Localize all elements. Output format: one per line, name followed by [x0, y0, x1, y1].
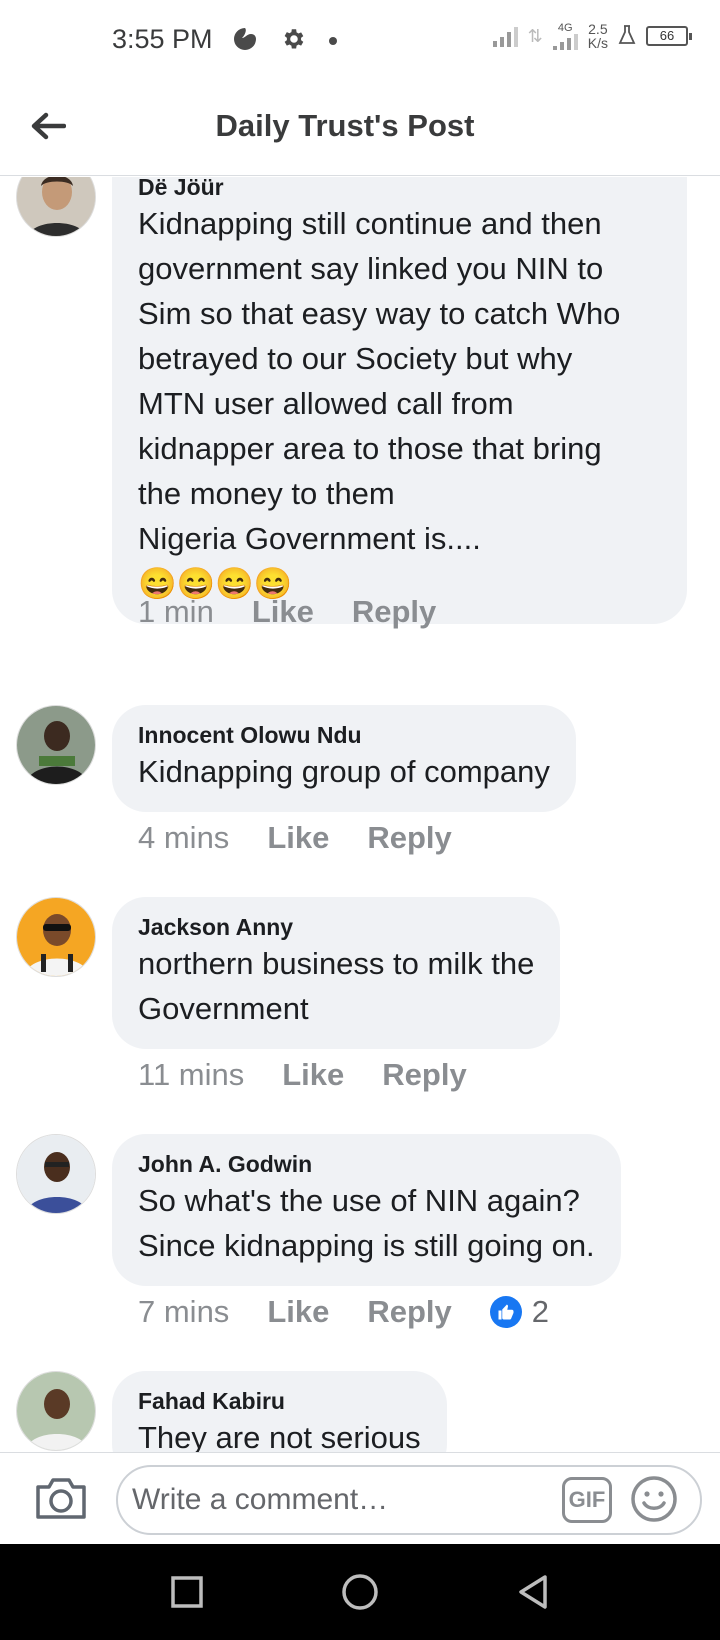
avatar[interactable] — [16, 897, 96, 977]
comment-text-line: Since kidnapping is still going on. — [138, 1228, 595, 1263]
like-button[interactable]: Like — [252, 594, 314, 630]
camera-icon — [36, 1478, 86, 1519]
comment-text-line: Sim so that easy way to catch Who — [138, 296, 621, 331]
status-time: 3:55 PM — [112, 24, 213, 54]
comment-text-line: They are not serious — [138, 1420, 421, 1452]
comment-text-line: MTN user allowed call from — [138, 386, 514, 421]
status-left-icons — [232, 26, 338, 57]
comment-time[interactable]: 4 mins — [138, 820, 229, 856]
net-speed-value: 2.5 — [588, 21, 608, 37]
comment-text-line: Government — [138, 991, 309, 1026]
signal-bars-4g-icon — [552, 33, 578, 50]
comment-text-line: Kidnapping still continue and then — [138, 206, 602, 241]
comment-time[interactable]: 1 min — [138, 594, 214, 630]
messenger-swirl-icon — [232, 26, 258, 57]
avatar[interactable] — [16, 1371, 96, 1451]
like-button[interactable]: Like — [267, 1294, 329, 1330]
network-type: 4G — [557, 21, 573, 34]
net-speed: 2.5 K/s — [588, 22, 608, 50]
home-button[interactable] — [338, 1570, 382, 1614]
comment-meta: 4 mins Like Reply — [138, 820, 490, 856]
like-button[interactable]: Like — [267, 820, 329, 856]
battery-icon: 66 — [646, 26, 692, 46]
system-nav-bar — [0, 1544, 720, 1640]
comment-author[interactable]: Fahad Kabiru — [138, 1387, 421, 1415]
comment-meta: 11 mins Like Reply — [138, 1057, 505, 1093]
comment-author[interactable]: Innocent Olowu Ndu — [138, 721, 550, 749]
emoji-button[interactable] — [630, 1475, 678, 1523]
gif-button[interactable]: GIF — [562, 1477, 612, 1523]
like-reaction-icon — [489, 1296, 522, 1328]
comment-bubble[interactable]: Fahad Kabiru They are not serious — [112, 1371, 447, 1452]
comment-bubble[interactable]: Jackson Anny northern business to milk t… — [112, 897, 561, 1049]
flask-icon — [618, 24, 636, 48]
comment-author[interactable]: Jackson Anny — [138, 913, 534, 941]
avatar[interactable] — [16, 705, 96, 785]
back-nav-button[interactable] — [511, 1570, 555, 1614]
reply-button[interactable]: Reply — [352, 594, 436, 630]
comment-input[interactable] — [116, 1465, 702, 1535]
signal-bars-icon — [492, 25, 518, 47]
page-title: Daily Trust's Post — [215, 108, 475, 143]
triangle-back-icon — [519, 1575, 548, 1609]
comment-text-line: government say linked you NIN to — [138, 251, 604, 286]
reaction-count: 2 — [531, 1294, 550, 1329]
comment-time[interactable]: 11 mins — [138, 1057, 244, 1093]
status-bar: 3:55 PM ⇅ 4G 2.5 K/s 66 — [0, 0, 720, 80]
comment-text-line: the money to them — [138, 476, 395, 511]
comments-list[interactable]: Dë Jöür Kidnapping still continue and th… — [0, 177, 720, 1452]
post-header: Daily Trust's Post — [0, 80, 720, 176]
network-indicator: 4G — [552, 21, 578, 50]
status-right-icons: ⇅ 4G 2.5 K/s 66 — [492, 21, 692, 50]
comment-text-line: betrayed to our Society but why — [138, 341, 573, 376]
camera-button[interactable] — [34, 1475, 88, 1521]
data-arrows-icon: ⇅ — [527, 25, 543, 46]
recents-button[interactable] — [165, 1570, 209, 1614]
avatar[interactable] — [16, 177, 96, 237]
square-icon — [170, 1576, 203, 1608]
comment-bubble[interactable]: Innocent Olowu Ndu Kidnapping group of c… — [112, 705, 576, 812]
reply-button[interactable]: Reply — [367, 1294, 451, 1330]
net-speed-unit: K/s — [587, 35, 608, 51]
notification-dot-icon — [328, 33, 338, 51]
smiley-icon — [631, 1476, 677, 1522]
comment-text-line: Kidnapping group of company — [138, 754, 550, 789]
comment-composer: GIF — [0, 1452, 720, 1544]
comment-text-line: northern business to milk the — [138, 946, 535, 981]
comment-meta: 7 mins Like Reply 2 — [138, 1294, 549, 1330]
comment-text-line: So what's the use of NIN again? — [138, 1183, 580, 1218]
reaction-summary[interactable]: 2 — [489, 1294, 550, 1330]
circle-icon — [342, 1574, 378, 1610]
reply-button[interactable]: Reply — [382, 1057, 466, 1093]
like-button[interactable]: Like — [282, 1057, 344, 1093]
comment-text-line: Nigeria Government is.... — [138, 521, 481, 556]
settings-gear-icon — [280, 26, 306, 57]
comment-bubble[interactable]: John A. Godwin So what's the use of NIN … — [112, 1134, 621, 1286]
battery-level: 66 — [659, 28, 675, 43]
comment-time[interactable]: 7 mins — [138, 1294, 229, 1330]
comment-meta: 1 min Like Reply — [138, 594, 474, 630]
reply-button[interactable]: Reply — [367, 820, 451, 856]
comment-author[interactable]: John A. Godwin — [138, 1150, 595, 1178]
avatar[interactable] — [16, 1134, 96, 1214]
comment-author[interactable]: Dë Jöür — [138, 177, 661, 201]
comment-bubble[interactable]: Dë Jöür Kidnapping still continue and th… — [112, 177, 687, 624]
comment-text-line: kidnapper area to those that bring — [138, 431, 602, 466]
